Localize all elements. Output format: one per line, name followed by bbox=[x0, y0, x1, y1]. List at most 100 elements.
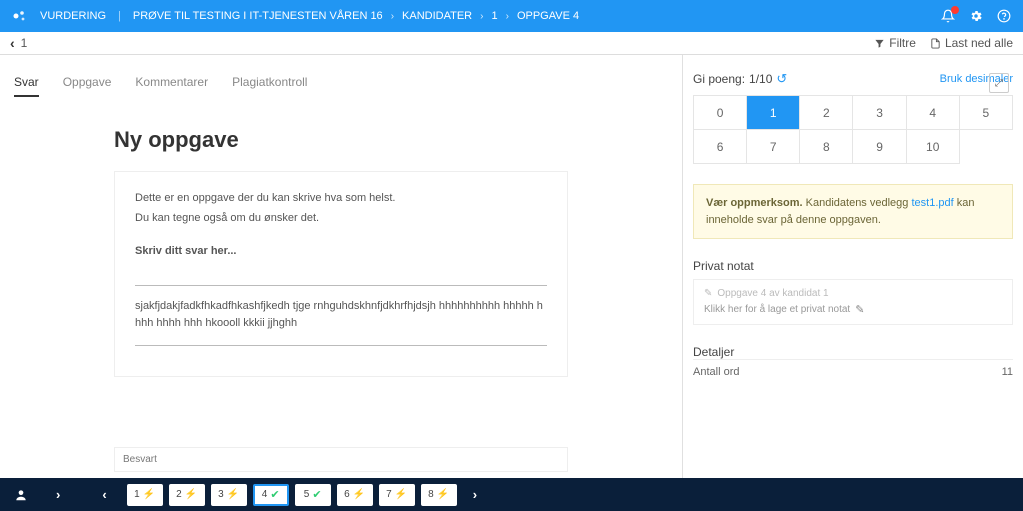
breadcrumb-item[interactable]: PRØVE TIL TESTING I IT-TJENESTEN VÅREN 1… bbox=[133, 10, 383, 22]
document-area: Ny oppgave Dette er en oppgave der du ka… bbox=[114, 127, 568, 377]
subbar: ‹ 1 Filtre Last ned alle bbox=[0, 32, 1023, 55]
page-button-8[interactable]: 8⚡ bbox=[421, 484, 457, 506]
page-number: 4 bbox=[262, 489, 268, 500]
score-cell-1[interactable]: 1 bbox=[747, 96, 800, 130]
page-button-3[interactable]: 3⚡ bbox=[211, 484, 247, 506]
divider bbox=[135, 345, 547, 346]
bolt-icon: ⚡ bbox=[185, 489, 197, 500]
details-title: Detaljer bbox=[693, 345, 1013, 359]
notification-dot bbox=[951, 6, 959, 14]
score-cell-6[interactable]: 6 bbox=[694, 130, 747, 164]
edit-icon: ✎ bbox=[704, 288, 712, 299]
bolt-icon: ⚡ bbox=[353, 489, 365, 500]
score-cell-0[interactable]: 0 bbox=[694, 96, 747, 130]
document-body: Dette er en oppgave der du kan skrive hv… bbox=[114, 171, 568, 377]
page-button-6[interactable]: 6⚡ bbox=[337, 484, 373, 506]
attachment-alert: Vær oppmerksom. Kandidatens vedlegg test… bbox=[693, 184, 1013, 239]
chevron-right-icon: › bbox=[391, 11, 394, 22]
page-prev-icon[interactable]: ‹ bbox=[96, 487, 112, 502]
document-line: Du kan tegne også om du ønsker det. bbox=[135, 210, 547, 228]
score-cell-3[interactable]: 3 bbox=[853, 96, 906, 130]
breadcrumb: VURDERING | PRØVE TIL TESTING I IT-TJENE… bbox=[40, 10, 579, 22]
right-pane: Gi poeng: 1/10 ↺ Bruk desimaler 012345 67… bbox=[683, 55, 1023, 478]
reset-score-icon[interactable]: ↺ bbox=[776, 71, 787, 87]
page-button-2[interactable]: 2⚡ bbox=[169, 484, 205, 506]
bottombar: › ‹ 1⚡2⚡3⚡4✔5✔6⚡7⚡8⚡ › bbox=[0, 478, 1023, 511]
topbar: VURDERING | PRØVE TIL TESTING I IT-TJENE… bbox=[0, 0, 1023, 32]
page-number: 7 bbox=[386, 489, 392, 500]
score-cell-8[interactable]: 8 bbox=[800, 130, 853, 164]
score-value: 1/10 bbox=[749, 72, 772, 86]
bolt-icon: ⚡ bbox=[143, 489, 155, 500]
attachment-link[interactable]: test1.pdf bbox=[911, 197, 953, 209]
alert-text: Kandidatens vedlegg bbox=[803, 197, 912, 209]
back-chevron-icon[interactable]: ‹ bbox=[10, 35, 15, 51]
details-value: 11 bbox=[1002, 366, 1013, 378]
breadcrumb-item[interactable]: OPPGAVE 4 bbox=[517, 10, 579, 22]
notifications-icon[interactable] bbox=[941, 9, 955, 23]
page-button-4[interactable]: 4✔ bbox=[253, 484, 289, 506]
bolt-icon: ⚡ bbox=[227, 489, 239, 500]
score-cell-9[interactable]: 9 bbox=[853, 130, 906, 164]
tab-plagiatkontroll[interactable]: Plagiatkontroll bbox=[232, 75, 307, 97]
page-number: 2 bbox=[176, 489, 182, 500]
score-header: Gi poeng: 1/10 ↺ Bruk desimaler bbox=[693, 71, 1013, 87]
score-cell-4[interactable]: 4 bbox=[907, 96, 960, 130]
document-title: Ny oppgave bbox=[114, 127, 568, 153]
settings-icon[interactable] bbox=[969, 9, 983, 23]
check-icon: ✔ bbox=[270, 488, 279, 501]
expand-icon[interactable]: ⤢ bbox=[989, 73, 1009, 93]
answer-status: Besvart bbox=[114, 447, 568, 472]
details-label: Antall ord bbox=[693, 366, 739, 378]
score-grid: 012345 678910 bbox=[693, 95, 1013, 164]
note-context: Oppgave 4 av kandidat 1 bbox=[717, 288, 828, 299]
main: ⤢ Svar Oppgave Kommentarer Plagiatkontro… bbox=[0, 55, 1023, 478]
page-number: 5 bbox=[304, 489, 310, 500]
filter-label: Filtre bbox=[889, 36, 916, 50]
breadcrumb-divider: | bbox=[118, 10, 121, 22]
breadcrumb-item[interactable]: VURDERING bbox=[40, 10, 106, 22]
candidate-answer: sjakfjdakjfadkfhkadfhkashfjkedh tjge rnh… bbox=[135, 298, 547, 333]
download-all-button[interactable]: Last ned alle bbox=[930, 36, 1013, 50]
check-icon: ✔ bbox=[312, 488, 321, 501]
bolt-icon: ⚡ bbox=[395, 489, 407, 500]
tab-svar[interactable]: Svar bbox=[14, 75, 39, 97]
bolt-icon: ⚡ bbox=[437, 489, 449, 500]
page-navigation: 1⚡2⚡3⚡4✔5✔6⚡7⚡8⚡ bbox=[127, 484, 457, 506]
private-note-title: Privat notat bbox=[693, 259, 1013, 273]
page-number: 1 bbox=[134, 489, 140, 500]
help-icon[interactable] bbox=[997, 9, 1011, 23]
score-cell-7[interactable]: 7 bbox=[747, 130, 800, 164]
filter-button[interactable]: Filtre bbox=[874, 36, 916, 50]
divider bbox=[135, 285, 547, 286]
private-note-box[interactable]: ✎ Oppgave 4 av kandidat 1 Klikk her for … bbox=[693, 279, 1013, 325]
score-cell-2[interactable]: 2 bbox=[800, 96, 853, 130]
left-pane: ⤢ Svar Oppgave Kommentarer Plagiatkontro… bbox=[0, 55, 683, 478]
alert-bold: Vær oppmerksom. bbox=[706, 197, 803, 209]
chevron-right-icon: › bbox=[506, 11, 509, 22]
pencil-icon: ✎ bbox=[855, 303, 864, 316]
score-cell-10[interactable]: 10 bbox=[907, 130, 960, 164]
user-icon[interactable] bbox=[14, 488, 28, 502]
tab-kommentarer[interactable]: Kommentarer bbox=[135, 75, 208, 97]
download-all-label: Last ned alle bbox=[945, 36, 1013, 50]
page-button-7[interactable]: 7⚡ bbox=[379, 484, 415, 506]
score-cell-5[interactable]: 5 bbox=[960, 96, 1013, 130]
note-placeholder: Klikk her for å lage et privat notat bbox=[704, 304, 850, 315]
page-button-1[interactable]: 1⚡ bbox=[127, 484, 163, 506]
page-next-icon[interactable]: › bbox=[467, 487, 483, 502]
breadcrumb-item[interactable]: 1 bbox=[491, 10, 497, 22]
page-number: 6 bbox=[344, 489, 350, 500]
page-button-5[interactable]: 5✔ bbox=[295, 484, 331, 506]
subbar-number: 1 bbox=[21, 36, 28, 50]
details-row: Antall ord 11 bbox=[693, 359, 1013, 384]
content-tabs: Svar Oppgave Kommentarer Plagiatkontroll bbox=[14, 75, 668, 97]
tab-oppgave[interactable]: Oppgave bbox=[63, 75, 112, 97]
breadcrumb-item[interactable]: KANDIDATER bbox=[402, 10, 472, 22]
score-label: Gi poeng: bbox=[693, 72, 745, 86]
candidate-next-icon[interactable]: › bbox=[50, 487, 66, 502]
page-number: 8 bbox=[428, 489, 434, 500]
document-line: Dette er en oppgave der du kan skrive hv… bbox=[135, 190, 547, 208]
page-number: 3 bbox=[218, 489, 224, 500]
chevron-right-icon: › bbox=[480, 11, 483, 22]
